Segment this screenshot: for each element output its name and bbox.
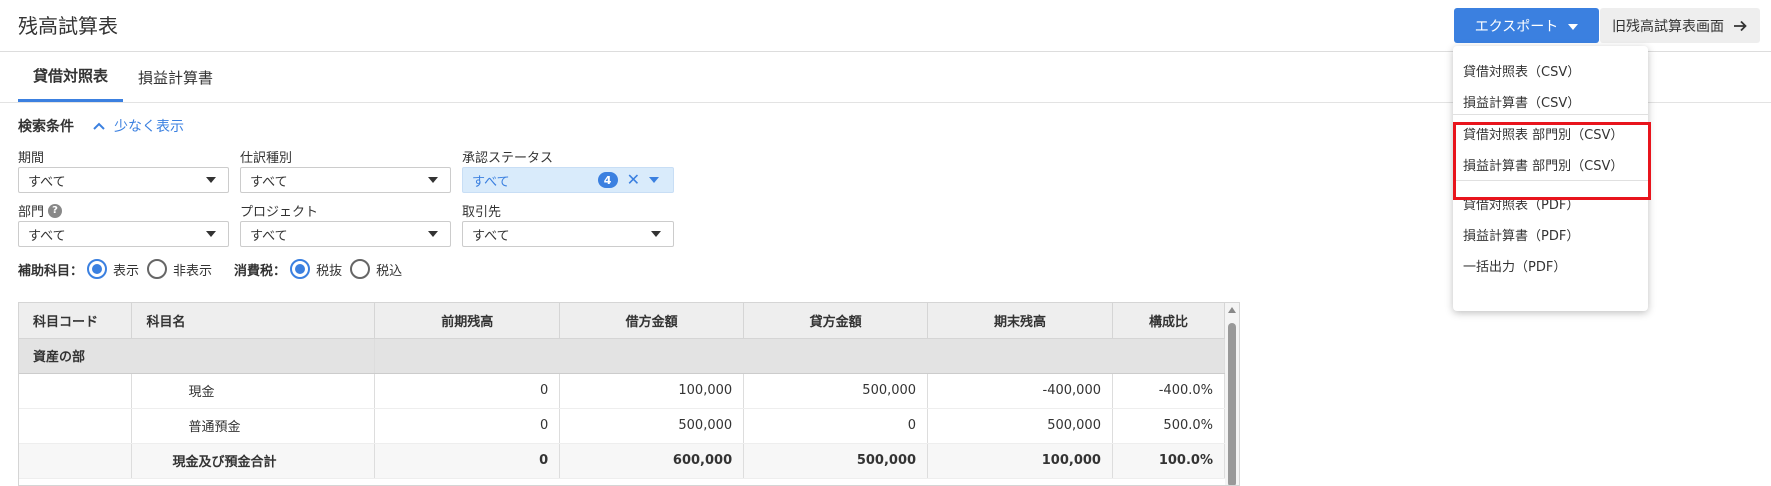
prev-balance: 0 — [374, 408, 561, 444]
debit-amount: 100,000 — [559, 373, 745, 409]
project-select[interactable]: すべて — [240, 221, 451, 247]
journal-type-value: すべて — [250, 174, 288, 190]
old-screen-label: 旧残高試算表画面 — [1612, 18, 1724, 35]
column-header: 科目コード — [19, 303, 133, 339]
journal-type-label: 仕訳種別 — [240, 151, 293, 166]
tax-excluded-label: 税抜 — [316, 263, 343, 279]
project-label: プロジェクト — [240, 205, 319, 220]
display-options: 補助科目： 表示 非表示 消費税： 税抜 税込 — [18, 259, 410, 279]
total-credit: 500,000 — [743, 443, 929, 479]
approval-select[interactable]: すべて 4 ✕ — [462, 167, 674, 193]
partner-select[interactable]: すべて — [462, 221, 674, 247]
total-row: 現金及び預金合計 0 600,000 500,000 100,000 100.0… — [19, 443, 1226, 479]
department-value: すべて — [28, 228, 66, 244]
account-code — [19, 408, 133, 444]
total-end: 100,000 — [927, 443, 1113, 479]
column-header: 期末残高 — [927, 303, 1113, 339]
menu-item-bulk-pdf[interactable]: 一括出力（PDF） — [1463, 256, 1566, 275]
tax-included-radio[interactable] — [350, 259, 371, 279]
period-select[interactable]: すべて — [18, 167, 229, 193]
period-label: 期間 — [18, 151, 45, 166]
total-name: 現金及び預金合計 — [131, 443, 376, 479]
table-header-row: 科目コード 科目名 前期残高 借方金額 貸方金額 期末残高 構成比 — [19, 303, 1226, 339]
menu-item-pl-pdf[interactable]: 損益計算書（PDF） — [1463, 225, 1579, 244]
debit-amount: 500,000 — [559, 408, 745, 444]
search-header: 検索条件 少なく表示 — [18, 116, 184, 136]
total-prev: 0 — [374, 443, 561, 479]
column-header: 貸方金額 — [743, 303, 929, 339]
prev-balance: 0 — [374, 373, 561, 409]
table-row[interactable]: 普通預金 0 500,000 0 500,000 500.0% — [19, 408, 1226, 444]
period-value: すべて — [28, 174, 66, 190]
sub-account-hide-label: 非表示 — [173, 263, 213, 279]
ratio: 500.0% — [1112, 408, 1226, 444]
search-title: 検索条件 — [18, 119, 74, 135]
approval-count-badge: 4 — [597, 172, 618, 188]
column-header: 前期残高 — [374, 303, 561, 339]
scroll-up-icon[interactable] — [1228, 307, 1236, 313]
arrow-right-icon — [1734, 20, 1747, 31]
page-title: 残高試算表 — [18, 14, 118, 38]
scroll-thumb[interactable] — [1228, 323, 1236, 485]
account-name: 普通預金 — [131, 408, 376, 444]
section-fill — [374, 338, 1225, 374]
account-name: 現金 — [131, 373, 376, 409]
column-header: 科目名 — [131, 303, 376, 339]
caret-down-icon — [1568, 23, 1579, 30]
highlight-box — [1453, 122, 1651, 200]
sub-account-show-label: 表示 — [113, 263, 140, 279]
department-label-wrap: 部門 ? — [18, 201, 63, 220]
table-scrollbar[interactable] — [1225, 303, 1239, 485]
help-icon[interactable]: ? — [48, 203, 63, 218]
end-balance: 500,000 — [927, 408, 1113, 444]
journal-type-select[interactable]: すべて — [240, 167, 451, 193]
ratio: -400.0% — [1112, 373, 1226, 409]
section-label: 資産の部 — [19, 338, 376, 374]
tab-balance-sheet[interactable]: 貸借対照表 — [18, 52, 124, 102]
export-button[interactable]: エクスポート — [1454, 8, 1599, 43]
department-label: 部門 — [18, 205, 45, 220]
tax-included-label: 税込 — [376, 263, 403, 279]
caret-down-icon — [651, 231, 661, 237]
section-row: 資産の部 — [19, 338, 1225, 374]
caret-down-icon — [428, 231, 438, 237]
column-header: 構成比 — [1112, 303, 1226, 339]
credit-amount: 0 — [743, 408, 929, 444]
department-select[interactable]: すべて — [18, 221, 229, 247]
show-less-link[interactable]: 少なく表示 — [92, 116, 184, 136]
total-debit: 600,000 — [559, 443, 745, 479]
approval-label: 承認ステータス — [462, 151, 554, 166]
menu-item-bs-csv[interactable]: 貸借対照表（CSV） — [1463, 61, 1580, 80]
export-button-label: エクスポート — [1474, 18, 1559, 35]
approval-value: すべて — [472, 174, 510, 190]
tax-label: 消費税： — [234, 263, 287, 279]
tab-income-statement[interactable]: 損益計算書 — [123, 52, 228, 102]
table-row[interactable]: 現金 0 100,000 500,000 -400,000 -400.0% — [19, 373, 1226, 409]
caret-down-icon — [206, 231, 216, 237]
caret-down-icon — [428, 177, 438, 183]
tax-excluded-radio[interactable] — [290, 259, 311, 279]
column-header: 借方金額 — [559, 303, 745, 339]
clear-icon[interactable]: ✕ — [627, 172, 640, 188]
partner-value: すべて — [472, 228, 510, 244]
credit-amount: 500,000 — [743, 373, 929, 409]
sub-account-show-radio[interactable] — [87, 259, 108, 279]
total-code — [19, 443, 133, 479]
sub-account-label: 補助科目： — [18, 263, 84, 279]
end-balance: -400,000 — [927, 373, 1113, 409]
old-screen-button[interactable]: 旧残高試算表画面 — [1600, 8, 1760, 43]
sub-account-hide-radio[interactable] — [147, 259, 168, 279]
total-ratio: 100.0% — [1112, 443, 1226, 479]
chevron-up-icon — [93, 122, 105, 130]
caret-down-icon — [649, 177, 659, 183]
menu-item-pl-csv[interactable]: 損益計算書（CSV） — [1463, 92, 1580, 111]
account-code — [19, 373, 133, 409]
caret-down-icon — [206, 177, 216, 183]
show-less-label: 少なく表示 — [114, 119, 184, 135]
tab-bar: 貸借対照表 損益計算書 — [18, 52, 228, 102]
partner-label: 取引先 — [462, 205, 502, 220]
menu-divider — [1453, 114, 1648, 115]
trial-balance-table: 科目コード 科目名 前期残高 借方金額 貸方金額 期末残高 構成比 資産の部 現… — [18, 302, 1240, 486]
project-value: すべて — [250, 228, 288, 244]
